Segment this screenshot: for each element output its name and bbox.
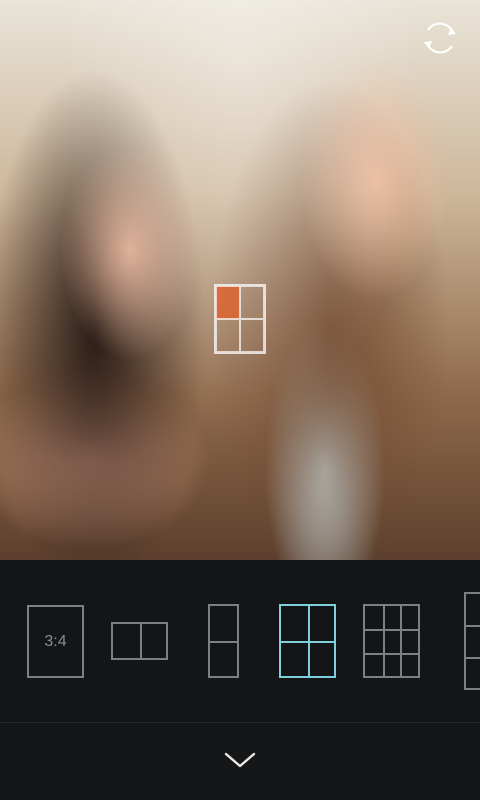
chevron-down-icon	[224, 752, 256, 768]
layout-split-vertical-button[interactable]	[208, 604, 239, 678]
layout-ratio-button[interactable]: 3:4	[27, 605, 84, 678]
collapse-toolbar-button[interactable]	[220, 745, 260, 775]
layout-grid-1x3-button[interactable]	[464, 592, 480, 690]
camera-viewfinder[interactable]	[0, 0, 480, 560]
ratio-label: 3:4	[44, 632, 67, 650]
collage-cell	[240, 286, 264, 319]
rotate-camera-icon	[424, 22, 456, 54]
layout-grid-2x2-button[interactable]	[279, 604, 336, 678]
collage-cell	[240, 319, 264, 352]
layout-toolbar: 3:4	[0, 560, 480, 722]
layout-grid-3x3-button[interactable]	[363, 604, 420, 678]
rotate-camera-button[interactable]	[418, 16, 462, 60]
collage-cell	[216, 319, 240, 352]
collage-focus-indicator	[214, 284, 266, 354]
active-collage-cell	[216, 286, 240, 319]
layout-split-horizontal-button[interactable]	[111, 622, 168, 660]
bottom-bar	[0, 723, 480, 800]
